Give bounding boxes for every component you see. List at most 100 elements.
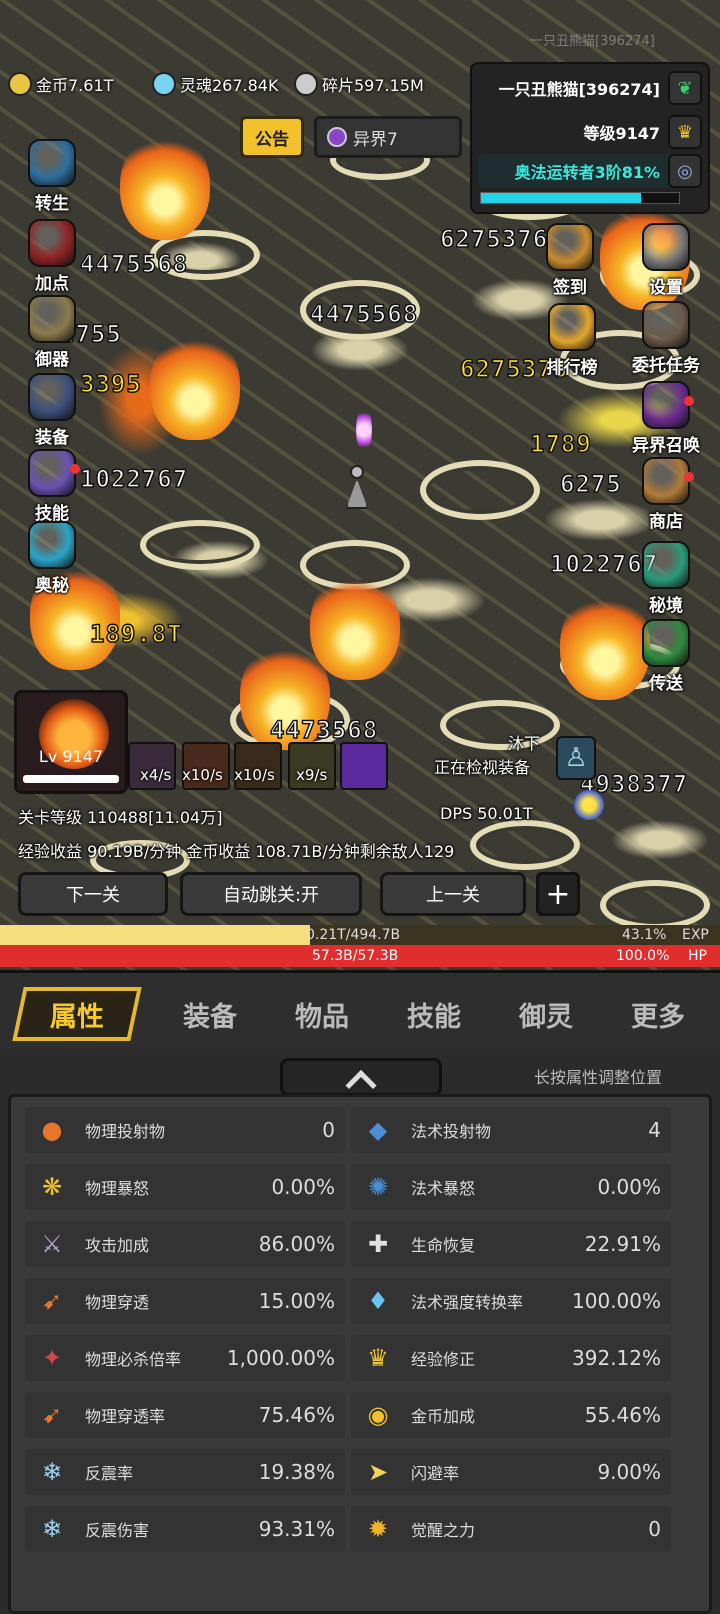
tab-2[interactable]: 物品 — [262, 987, 382, 1041]
tornado-effect — [470, 820, 580, 870]
next-stage-button[interactable]: 下一关 — [18, 872, 168, 916]
shop-label: 商店 — [649, 512, 683, 532]
exp-text: 0.21T/494.7B — [306, 927, 401, 943]
attribute-value: 93.31% — [258, 1517, 335, 1541]
physical-penetration-rate-icon: ➹ — [41, 1401, 63, 1429]
notification-dot — [70, 464, 80, 474]
attribute-name: 物理投射物 — [85, 1122, 166, 1141]
menu-rebirth[interactable]: 转生 — [12, 138, 92, 214]
attribute-row: ➹ 物理穿透 15.00% — [25, 1278, 345, 1324]
physical-rage-icon: ❋ — [41, 1173, 63, 1201]
attribute-row: ♦ 法术强度转换率 100.00% — [351, 1278, 671, 1324]
player-emblem-icon[interactable]: ❦ — [668, 71, 702, 105]
life-regen-icon: ✚ — [367, 1230, 389, 1258]
skill-slot-4[interactable] — [340, 742, 388, 790]
attribute-value: 22.91% — [584, 1232, 661, 1256]
resource-2: 碎片597.15M — [294, 66, 424, 102]
damage-number: 1022767 — [79, 464, 189, 494]
secret-realm-icon — [642, 541, 690, 589]
reflect-damage-icon: ❄ — [41, 1515, 63, 1543]
menu-settings[interactable]: 设置 — [626, 222, 706, 298]
hp-label: HP — [688, 948, 707, 964]
attribute-row: ◉ 金币加成 55.46% — [351, 1392, 671, 1438]
menu-add-points[interactable]: 加点 — [12, 218, 92, 294]
resource-value: 金币7.61T — [36, 76, 114, 95]
tab-1[interactable]: 装备 — [150, 987, 270, 1041]
hero-exp-bar — [23, 775, 119, 783]
menu-checkin[interactable]: 签到 — [530, 222, 610, 298]
tab-3[interactable]: 技能 — [374, 987, 494, 1041]
spell-projectile-icon: ◆ — [368, 1116, 388, 1144]
attribute-name: 物理暴怒 — [85, 1179, 150, 1198]
player-level-row: 等级9147 ♛ — [478, 112, 702, 152]
attribute-value: 392.12% — [572, 1346, 661, 1370]
menu-summon[interactable]: 异界召唤 — [626, 380, 706, 456]
tab-0[interactable]: 属性 — [12, 987, 142, 1041]
tab-4[interactable]: 御灵 — [486, 987, 606, 1041]
attribute-name: 法术投射物 — [411, 1122, 492, 1141]
attribute-row: ♛ 经验修正 392.12% — [351, 1335, 671, 1381]
collapse-button[interactable] — [280, 1058, 442, 1102]
attribute-value: 9.00% — [597, 1460, 661, 1484]
auto-skip-button[interactable]: 自动跳关:开 — [180, 872, 362, 916]
exp-bar-fill — [0, 925, 310, 945]
attribute-name: 生命恢复 — [411, 1236, 476, 1255]
fire-effect — [120, 130, 210, 240]
potion-icon[interactable] — [574, 790, 604, 820]
attribute-name: 反震率 — [85, 1464, 134, 1483]
stage-level: 关卡等级 110488[11.04万] — [18, 808, 223, 827]
rebirth-icon — [28, 139, 76, 187]
realm-button[interactable]: 异界7 — [314, 116, 462, 158]
inspect-figure-icon[interactable]: ♙ — [556, 736, 596, 780]
add-points-label: 加点 — [35, 274, 69, 294]
attribute-row: ✹ 觉醒之力 0 — [351, 1506, 671, 1552]
menu-skills[interactable]: 技能 — [12, 448, 92, 524]
attribute-value: 0 — [322, 1118, 335, 1142]
menu-arcane[interactable]: 奥秘 — [12, 520, 92, 596]
skill-rate: x10/s — [182, 766, 223, 784]
attribute-name: 法术强度转换率 — [411, 1293, 524, 1312]
hp-percent: 100.0% — [616, 948, 670, 964]
exp-percent: 43.1% — [622, 927, 667, 943]
player-watermark: 一只丑熊猫[396274] — [530, 34, 655, 49]
menu-shop[interactable]: 商店 — [626, 456, 706, 532]
skills-icon — [28, 449, 76, 497]
menu-spirit[interactable]: 御器 — [12, 294, 92, 370]
menu-secret-realm[interactable]: 秘境 — [626, 540, 706, 616]
menu-equipment[interactable]: 装备 — [12, 372, 92, 448]
summon-label: 异界召唤 — [632, 436, 700, 456]
damage-number: 4475568 — [309, 299, 419, 329]
attribute-row: ⚔ 攻击加成 86.00% — [25, 1221, 345, 1267]
resource-0: 金币7.61T — [8, 66, 113, 102]
attribute-value: 100.00% — [572, 1289, 661, 1313]
class-row[interactable]: 奥法运转者3阶81% ◎ — [478, 154, 702, 188]
physical-projectile-icon: ● — [41, 1116, 63, 1144]
attribute-name: 闪避率 — [411, 1464, 460, 1483]
menu-teleport[interactable]: 传送 — [626, 618, 706, 694]
player-panel: 一只丑熊猫[396274] ❦ 等级9147 ♛ 奥法运转者3阶81% ◎ — [470, 62, 710, 214]
dodge-rate-icon: ➤ — [367, 1458, 389, 1486]
player-name-row[interactable]: 一只丑熊猫[396274] ❦ — [478, 68, 702, 108]
spell-rage-icon: ✺ — [367, 1173, 389, 1201]
add-points-icon — [28, 219, 76, 267]
menu-ranking[interactable]: 排行榜 — [532, 302, 612, 378]
player-name: 一只丑熊猫[396274] — [498, 80, 660, 99]
realm-label: 异界7 — [353, 129, 398, 150]
notice-button[interactable]: 公告 — [240, 116, 304, 158]
commission-icon — [642, 301, 690, 349]
hp-bar: 57.3B/57.3B 100.0% HP — [0, 945, 720, 967]
tornado-effect — [420, 460, 540, 520]
damage-number: 1789 — [529, 429, 592, 459]
plus-button[interactable]: + — [536, 872, 580, 916]
arcane-icon — [28, 521, 76, 569]
physical-crit-multiplier-icon: ✦ — [41, 1344, 63, 1372]
exp-bar: 0.21T/494.7B 43.1% EXP — [0, 925, 720, 945]
attribute-value: 4 — [648, 1118, 661, 1142]
realm-icon — [327, 127, 347, 147]
tab-5[interactable]: 更多 — [598, 987, 718, 1041]
hero-portrait[interactable]: Lv 9147 — [14, 690, 128, 794]
prev-stage-button[interactable]: 上一关 — [380, 872, 526, 916]
attribute-value: 86.00% — [258, 1232, 335, 1256]
status-name: 沐下 — [508, 734, 541, 753]
menu-commission[interactable]: 委托任务 — [626, 300, 706, 376]
